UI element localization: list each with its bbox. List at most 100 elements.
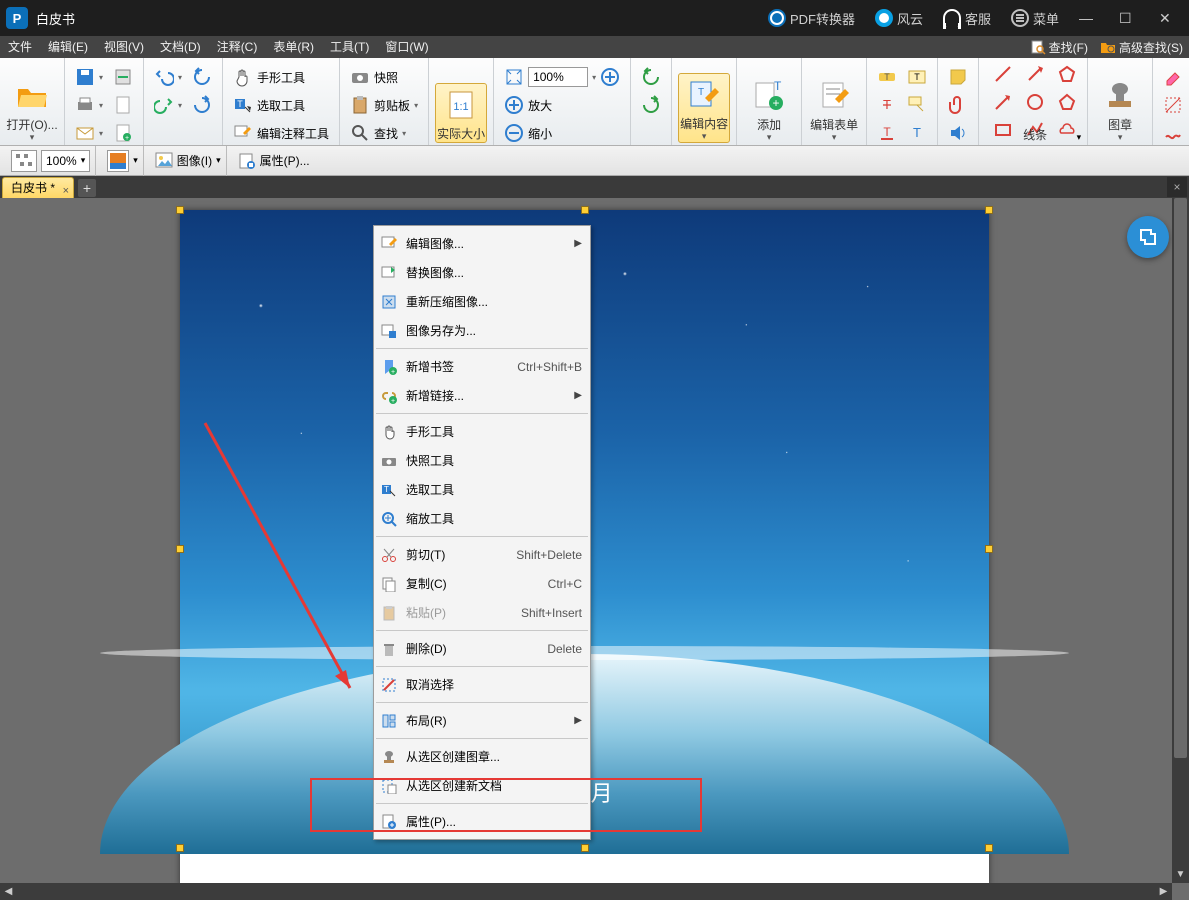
fengyun-button[interactable]: 风云 (865, 0, 933, 36)
resize-handle[interactable] (176, 844, 184, 852)
menu-annotation[interactable]: 注释(C) (209, 36, 266, 58)
ctx-zoom-tool[interactable]: 缩放工具 (374, 504, 590, 533)
underline-button[interactable]: T (873, 120, 901, 146)
opacity-select[interactable]: 100% ▾ (41, 150, 90, 172)
image-menu-button[interactable]: 图像(I) (177, 152, 212, 169)
pdf-converter-button[interactable]: PDF转换器 (758, 0, 865, 36)
window-maximize-button[interactable]: ☐ (1109, 0, 1149, 36)
ctx-replace-image[interactable]: 替换图像... (374, 258, 590, 287)
pencil-btn[interactable] (1159, 120, 1187, 146)
resize-handle[interactable] (581, 844, 589, 852)
find-ribbon-button[interactable]: 查找▾ (346, 120, 422, 146)
ctx-delete[interactable]: 删除(D)Delete (374, 634, 590, 663)
ctx-create-stamp[interactable]: 从选区创建图章... (374, 742, 590, 771)
vertical-scrollbar[interactable]: ▲ ▼ (1172, 198, 1189, 883)
sound-button[interactable] (944, 120, 972, 146)
snapshot-button[interactable]: 快照 (346, 64, 422, 90)
menu-button[interactable]: 菜单 (1001, 0, 1069, 36)
close-all-tabs-button[interactable]: × (1167, 177, 1187, 197)
edit-annot-button[interactable]: 编辑注释工具 (229, 120, 333, 146)
open-button[interactable]: 打开(O)... ▾ (6, 75, 58, 143)
rect-btn[interactable] (989, 117, 1017, 143)
blank-button[interactable] (109, 92, 137, 118)
resize-handle[interactable] (176, 206, 184, 214)
opacity-pattern-select[interactable] (11, 150, 37, 172)
textbox-button[interactable]: T (903, 64, 931, 90)
find-button[interactable]: 查找(F) (1024, 39, 1094, 56)
edit-content-button[interactable]: T 编辑内容▾ (678, 73, 730, 143)
actual-size-button[interactable]: 1:1 实际大小 (435, 83, 487, 143)
ctx-deselect[interactable]: 取消选择 (374, 670, 590, 699)
sticky-button[interactable] (944, 64, 972, 90)
zoom-out-button[interactable]: 缩小 (500, 120, 624, 146)
edit-form-button[interactable]: 编辑表单▾ (808, 75, 860, 143)
ctx-edit-image[interactable]: 编辑图像...▶ (374, 229, 590, 258)
redo-button[interactable]: ▾ (150, 92, 186, 118)
rotate-left-button[interactable] (637, 64, 665, 90)
undo-button[interactable]: ▾ (150, 64, 186, 90)
scroll-left-button[interactable]: ◀ (0, 883, 17, 900)
stamp-button[interactable]: 图章▾ (1094, 75, 1146, 143)
ctx-properties[interactable]: 属性(P)... (374, 807, 590, 836)
resize-handle[interactable] (985, 545, 993, 553)
ctx-new-link[interactable]: +新增链接...▶ (374, 381, 590, 410)
float-convert-button[interactable] (1127, 216, 1169, 258)
pentagon-btn[interactable] (1053, 89, 1081, 115)
arrow-btn[interactable] (989, 89, 1017, 115)
resize-handle[interactable] (985, 206, 993, 214)
typewriter-button[interactable]: T (903, 120, 931, 146)
support-button[interactable]: 客服 (933, 0, 1001, 36)
advanced-find-button[interactable]: 高级查找(S) (1094, 39, 1189, 56)
callout-button[interactable] (903, 92, 931, 118)
ctx-save-image-as[interactable]: 图像另存为... (374, 316, 590, 345)
document-tab[interactable]: 白皮书 * × (2, 177, 74, 198)
ctx-new-bookmark[interactable]: +新增书签Ctrl+Shift+B (374, 352, 590, 381)
rotate-ccw-button[interactable] (188, 64, 216, 90)
window-minimize-button[interactable]: — (1069, 0, 1109, 36)
ctx-hand-tool[interactable]: 手形工具 (374, 417, 590, 446)
horizontal-scrollbar[interactable]: ◀ ▶ (0, 883, 1172, 900)
ctx-copy[interactable]: 复制(C)Ctrl+C (374, 569, 590, 598)
new-tab-button[interactable]: + (78, 179, 96, 197)
print-button[interactable]: ▾ (71, 92, 107, 118)
highlight-button[interactable]: T (873, 64, 901, 90)
menu-form[interactable]: 表单(R) (265, 36, 322, 58)
resize-handle[interactable] (985, 844, 993, 852)
strikeout-button[interactable]: T (873, 92, 901, 118)
redact-btn[interactable] (1159, 92, 1187, 118)
rotate-cw-button[interactable] (188, 92, 216, 118)
rotate-right-button[interactable] (637, 92, 665, 118)
clipboard-button[interactable]: 剪贴板▾ (346, 92, 422, 118)
circle-btn[interactable] (1021, 89, 1049, 115)
resize-handle[interactable] (176, 545, 184, 553)
line-btn[interactable] (989, 61, 1017, 87)
scroll-right-button[interactable]: ▶ (1155, 883, 1172, 900)
window-close-button[interactable]: ✕ (1149, 0, 1189, 36)
attach-button[interactable] (944, 92, 972, 118)
scan-button[interactable] (109, 64, 137, 90)
ctx-cut[interactable]: 剪切(T)Shift+Delete (374, 540, 590, 569)
zoom-input[interactable] (528, 67, 588, 87)
menu-view[interactable]: 视图(V) (96, 36, 152, 58)
eraser-btn[interactable] (1159, 64, 1187, 90)
fit-button[interactable]: ▾ (500, 64, 624, 90)
hand-tool-button[interactable]: 手形工具 (229, 64, 333, 90)
ctx-layout[interactable]: 布局(R)▶ (374, 706, 590, 735)
zoom-in-button[interactable]: 放大 (500, 92, 624, 118)
menu-file[interactable]: 文件 (0, 36, 40, 58)
ctx-recompress[interactable]: 重新压缩图像... (374, 287, 590, 316)
menu-edit[interactable]: 编辑(E) (40, 36, 96, 58)
menu-window[interactable]: 窗口(W) (377, 36, 436, 58)
zoom-plus-icon[interactable] (600, 67, 620, 87)
color-picker[interactable] (107, 150, 129, 172)
ctx-select-tool[interactable]: T选取工具 (374, 475, 590, 504)
arrow2-btn[interactable] (1021, 61, 1049, 87)
ctx-snapshot-tool[interactable]: 快照工具 (374, 446, 590, 475)
email-button[interactable]: ▾ (71, 120, 107, 146)
save-button[interactable]: ▾ (71, 64, 107, 90)
menu-document[interactable]: 文档(D) (152, 36, 209, 58)
scroll-thumb[interactable] (1174, 198, 1187, 758)
ctx-create-doc[interactable]: 从选区创建新文档 (374, 771, 590, 800)
scroll-down-button[interactable]: ▼ (1172, 866, 1189, 883)
properties-button[interactable]: 属性(P)... (260, 152, 310, 169)
